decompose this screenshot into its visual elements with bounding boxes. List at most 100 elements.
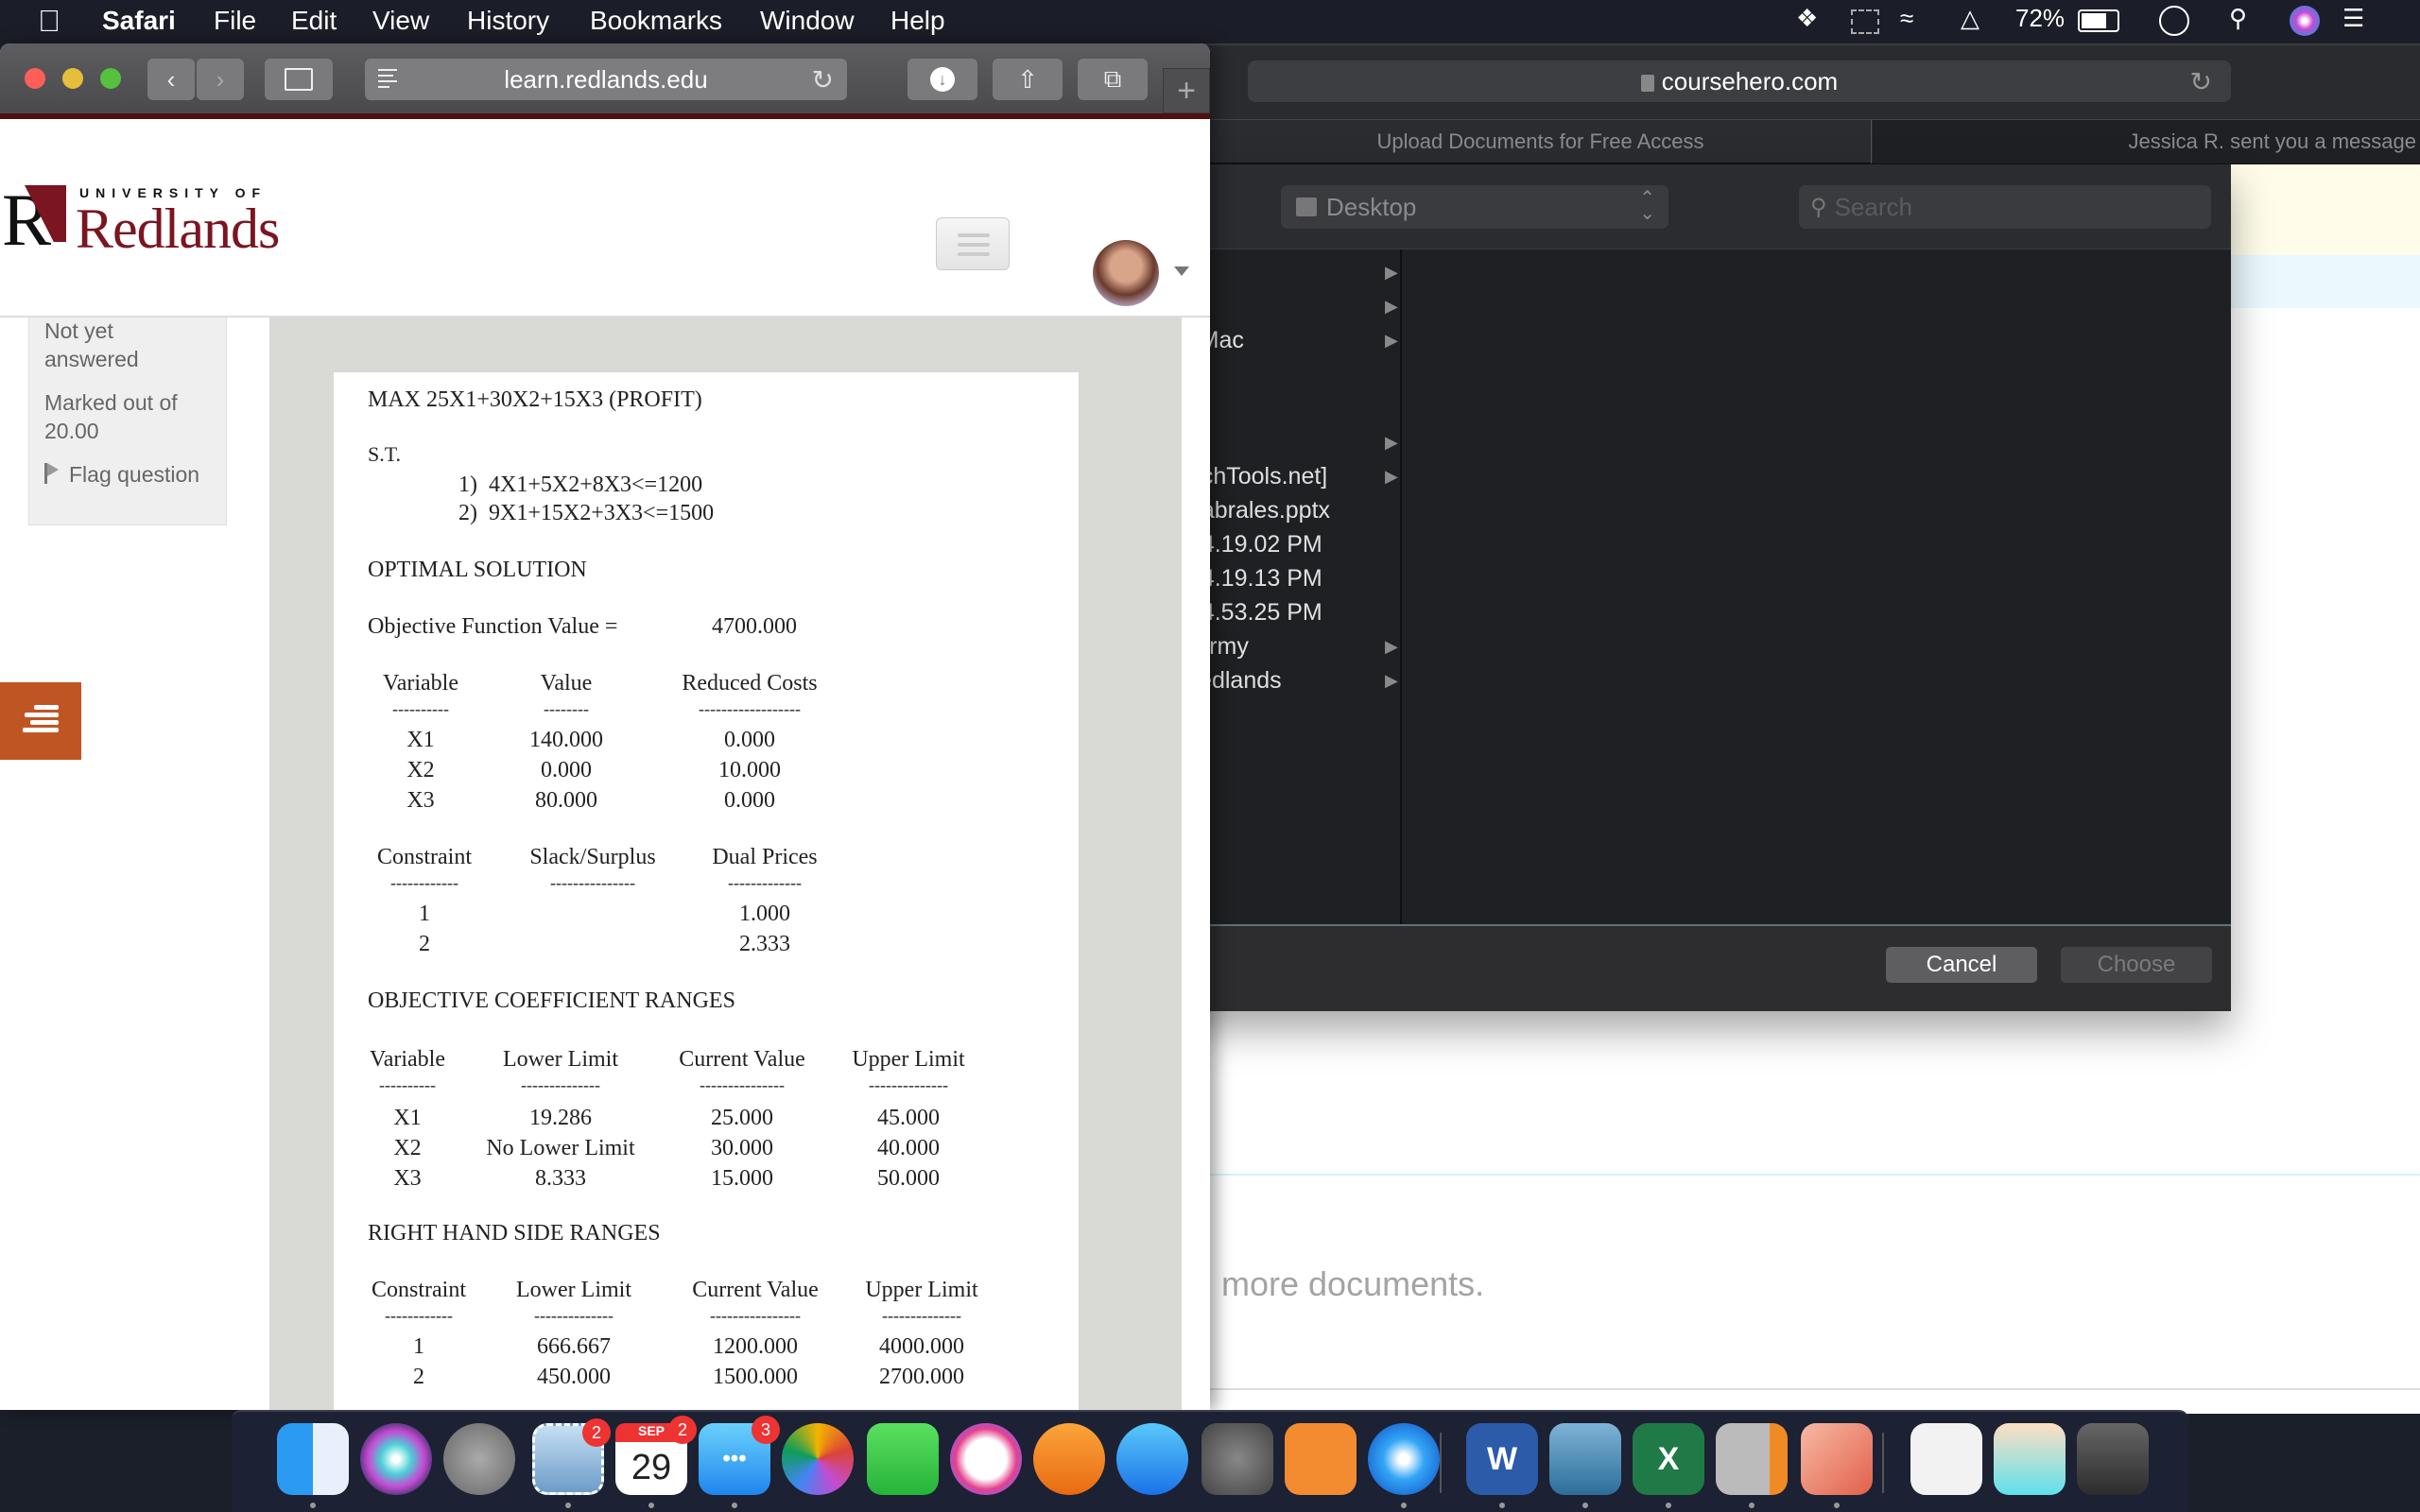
forward-button[interactable]: › xyxy=(197,59,244,100)
user-menu-caret-icon[interactable] xyxy=(1174,266,1189,276)
dock-calculator-icon[interactable] xyxy=(1716,1423,1788,1495)
dock-trash-icon[interactable] xyxy=(2077,1423,2149,1495)
quiz-navigation-drawer-button[interactable] xyxy=(0,682,81,760)
screenshot-selection-icon[interactable] xyxy=(1851,9,1879,34)
dock-word-icon[interactable]: W xyxy=(1466,1423,1538,1495)
dock-itunes-icon[interactable] xyxy=(950,1423,1022,1495)
chevron-right-icon: › xyxy=(216,64,225,94)
dock-bookmark-icon[interactable] xyxy=(1285,1423,1357,1495)
site-header: R UNIVERSITY OF Redlands xyxy=(0,119,1210,318)
dock-calendar-icon[interactable]: SEP 29 2 xyxy=(615,1416,697,1495)
dock-safari-icon[interactable] xyxy=(1368,1423,1440,1495)
dock-system-preferences-icon[interactable] xyxy=(1201,1423,1273,1495)
wifi-icon[interactable]: ≈ xyxy=(1900,4,1913,33)
share-button[interactable]: ⇧ xyxy=(993,59,1063,100)
menu-view[interactable]: View xyxy=(372,6,429,36)
reader-icon[interactable] xyxy=(378,69,397,92)
battery-icon[interactable] xyxy=(2078,9,2119,32)
user-avatar[interactable] xyxy=(1093,240,1159,306)
constraint-1: 1) 4X1+5X2+8X3<=1200 xyxy=(458,472,703,497)
menu-window[interactable]: Window xyxy=(760,6,855,36)
info-strip xyxy=(2231,255,2420,308)
dock-app-store-icon[interactable] xyxy=(1116,1423,1188,1495)
menu-edit[interactable]: Edit xyxy=(291,6,337,36)
safari-toolbar: ‹ › learn.redlands.edu ↻ ↓ ⇧ ⧉ + xyxy=(0,43,1210,113)
reload-icon[interactable]: ↻ xyxy=(2190,66,2212,97)
location-label: Desktop xyxy=(1326,192,1417,221)
clock-icon[interactable] xyxy=(2159,6,2189,36)
table-cell: 45.000 xyxy=(877,1106,940,1130)
menu-help[interactable]: Help xyxy=(890,6,945,36)
apple-icon[interactable]:  xyxy=(38,4,60,39)
dock-mail-icon[interactable]: 2 xyxy=(532,1418,611,1495)
disclosure-arrow-icon: ▶ xyxy=(1385,433,1398,452)
menu-bar:  Safari File Edit View History Bookmark… xyxy=(0,0,2420,42)
dock-ibooks-icon[interactable] xyxy=(1033,1423,1105,1495)
search-field[interactable]: ⚲ Search xyxy=(1799,185,2211,229)
dock-siri-icon[interactable] xyxy=(360,1423,432,1495)
hamburger-icon xyxy=(958,252,990,256)
menu-file[interactable]: File xyxy=(214,6,256,36)
menu-app-safari[interactable]: Safari xyxy=(102,6,176,36)
dock-facetime-icon[interactable] xyxy=(867,1423,939,1495)
sidebar-toggle-button[interactable] xyxy=(265,59,333,100)
new-tab-button[interactable]: + xyxy=(1163,68,1210,113)
search-icon: ⚲ xyxy=(1810,194,1827,220)
minimize-window-button[interactable] xyxy=(62,68,83,89)
downloads-button[interactable]: ↓ xyxy=(908,59,977,100)
menu-lines-icon xyxy=(23,728,59,732)
dock-finder-icon[interactable] xyxy=(277,1423,349,1495)
choose-button[interactable]: Choose xyxy=(2061,947,2212,983)
dock-excel-icon[interactable]: X xyxy=(1633,1423,1704,1495)
dropbox-icon[interactable]: ❖ xyxy=(1796,4,1818,33)
running-indicator xyxy=(1749,1503,1754,1508)
disclosure-arrow-icon: ▶ xyxy=(1385,263,1398,282)
cancel-button[interactable]: Cancel xyxy=(1886,947,2037,983)
dock-screenshot-icon[interactable] xyxy=(1994,1423,2066,1495)
table-header-rule: -------------- xyxy=(882,1306,961,1325)
show-tabs-button[interactable]: ⧉ xyxy=(1078,59,1148,100)
divider xyxy=(1210,1174,2420,1176)
dock-messages-icon[interactable]: ••• 3 xyxy=(699,1416,780,1495)
address-bar[interactable]: coursehero.com ↻ xyxy=(1248,60,2231,102)
address-bar[interactable]: learn.redlands.edu ↻ xyxy=(365,59,847,100)
menu-history[interactable]: History xyxy=(467,6,549,36)
redlands-window: ‹ › learn.redlands.edu ↻ ↓ ⇧ ⧉ + R UNIVE… xyxy=(0,43,1210,1410)
dock-affinity-icon[interactable] xyxy=(1801,1423,1873,1495)
back-button[interactable]: ‹ xyxy=(147,59,195,100)
table-cell: No Lower Limit xyxy=(486,1136,635,1160)
tab-upload-documents[interactable]: Upload Documents for Free Access xyxy=(1210,120,1872,163)
flag-question-link[interactable]: Flag question xyxy=(44,460,211,489)
disclosure-arrow-icon: ▶ xyxy=(1385,467,1398,486)
notification-center-icon[interactable]: ☰ xyxy=(2342,4,2364,33)
airplay-icon[interactable]: △ xyxy=(1961,4,1979,33)
question-marks: Marked out of 20.00 xyxy=(44,390,178,443)
table-cell: 666.667 xyxy=(537,1334,611,1359)
zoom-window-button[interactable] xyxy=(100,68,121,89)
menu-bookmarks[interactable]: Bookmarks xyxy=(590,6,722,36)
question-info-panel: Not yet answered Marked out of 20.00 Fla… xyxy=(28,308,227,525)
reload-icon[interactable]: ↻ xyxy=(812,64,834,95)
coursehero-toolbar: coursehero.com ↻ xyxy=(1172,43,2420,119)
divider xyxy=(1210,1388,2420,1390)
dock-document-icon[interactable] xyxy=(1910,1423,1982,1495)
running-indicator xyxy=(732,1503,737,1508)
running-indicator xyxy=(1499,1503,1505,1508)
siri-icon[interactable] xyxy=(2290,6,2320,36)
nav-menu-button[interactable] xyxy=(936,217,1010,270)
url-text: learn.redlands.edu xyxy=(504,64,708,94)
location-popup[interactable]: Desktop ⌃ ⌄ xyxy=(1281,185,1668,229)
hamburger-icon xyxy=(958,233,990,237)
dock-preview-icon[interactable] xyxy=(1549,1423,1621,1495)
dock-launchpad-icon[interactable] xyxy=(443,1423,515,1495)
dock-photos-icon[interactable] xyxy=(782,1423,854,1495)
notice-strip xyxy=(2231,164,2420,255)
table-header: Lower Limit xyxy=(516,1278,631,1302)
dock-separator xyxy=(1440,1433,1442,1493)
menu-lines-icon xyxy=(25,713,59,717)
spotlight-search-icon[interactable]: ⚲ xyxy=(2229,4,2247,33)
close-window-button[interactable] xyxy=(25,68,45,89)
tab-jessica-message[interactable]: Jessica R. sent you a message xyxy=(1873,120,2420,163)
word-letter: W xyxy=(1486,1440,1518,1477)
objective-ranges-heading: OBJECTIVE COEFFICIENT RANGES xyxy=(368,988,735,1013)
